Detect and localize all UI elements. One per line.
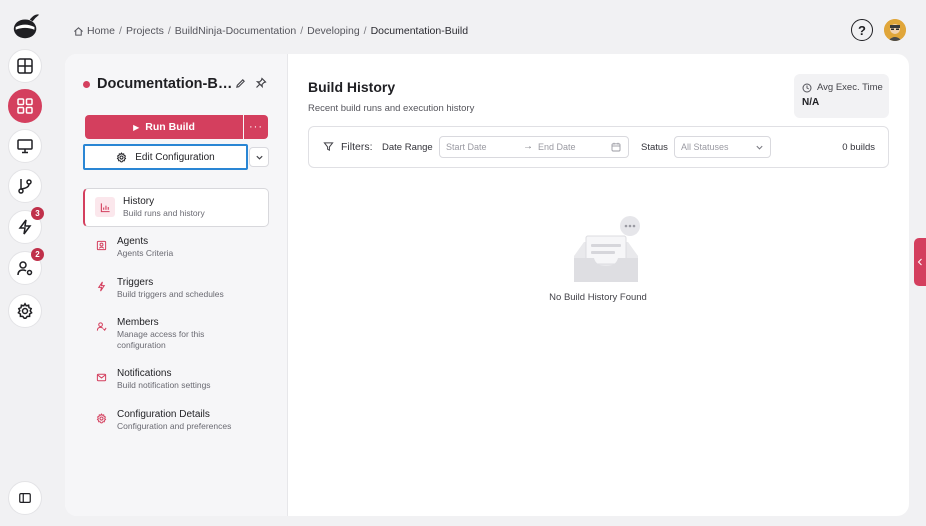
- triggers-badge: 3: [31, 207, 44, 220]
- builds-count: 0 builds: [842, 142, 875, 153]
- breadcrumb-home[interactable]: Home: [87, 25, 115, 37]
- gear-icon: [17, 302, 33, 319]
- gear-icon: [93, 410, 109, 426]
- grid-icon: [17, 98, 33, 114]
- rail-triggers-button[interactable]: 3: [8, 207, 44, 244]
- start-date-input[interactable]: Start Date: [446, 142, 487, 152]
- page-subtitle: Recent build runs and execution history: [308, 103, 475, 114]
- avatar[interactable]: [884, 19, 906, 41]
- members-badge: 2: [31, 248, 44, 261]
- breadcrumb-current: Documentation-Build: [370, 25, 469, 37]
- nav-item-agents[interactable]: Agents Agents Criteria: [83, 227, 269, 268]
- breadcrumb-projects[interactable]: Projects: [126, 25, 164, 37]
- calendar-icon[interactable]: [611, 142, 621, 152]
- rail-dashboard-button[interactable]: [8, 49, 42, 83]
- user-gear-icon: [17, 261, 33, 276]
- end-date-input[interactable]: End Date: [538, 142, 576, 152]
- nav-item-triggers[interactable]: Triggers Build triggers and schedules: [83, 268, 269, 308]
- pencil-icon[interactable]: [235, 78, 246, 89]
- play-icon: ▶: [133, 122, 140, 132]
- empty-state-text: No Build History Found: [549, 292, 647, 303]
- right-panel-toggle[interactable]: [914, 238, 926, 286]
- chevron-down-icon: [756, 145, 763, 150]
- sidebar-toggle-button[interactable]: [8, 481, 42, 515]
- agent-icon: [93, 237, 109, 253]
- filters-bar: Filters: Date Range Start Date → End Dat…: [308, 126, 889, 168]
- rail-vcs-button[interactable]: [8, 169, 42, 203]
- mail-icon: [93, 369, 109, 385]
- main-card: Documentation-Build ▶ Run Build ··· Edit…: [65, 54, 909, 516]
- status-select[interactable]: All Statuses: [674, 136, 771, 158]
- run-options-button[interactable]: ···: [244, 115, 268, 139]
- arrow-right-icon: →: [523, 141, 533, 152]
- rail-settings-button[interactable]: [8, 294, 42, 328]
- date-range-label: Date Range: [382, 142, 433, 153]
- edit-configuration-button[interactable]: Edit Configuration: [83, 144, 248, 170]
- breadcrumb-project[interactable]: BuildNinja-Documentation: [175, 25, 296, 37]
- nav-item-configuration-details[interactable]: Configuration Details Configuration and …: [83, 400, 269, 441]
- rail-members-button[interactable]: 2: [8, 248, 44, 285]
- status-dot: [83, 80, 90, 88]
- pin-icon[interactable]: [255, 77, 267, 89]
- lightning-icon: [93, 278, 109, 294]
- clock-icon: [802, 83, 812, 92]
- configuration-title: Documentation-Build: [83, 76, 233, 92]
- page-title: Build History: [308, 79, 396, 95]
- status-label: Status: [641, 142, 668, 153]
- breadcrumb-stage[interactable]: Developing: [307, 25, 360, 37]
- layout-icon: [17, 58, 33, 74]
- filters-label: Filters:: [341, 141, 373, 153]
- avg-exec-time-value: N/A: [802, 97, 820, 108]
- git-branch-icon: [18, 179, 32, 194]
- help-button[interactable]: ?: [851, 19, 873, 41]
- nav-item-members[interactable]: Members Manage access for this configura…: [83, 308, 269, 359]
- configuration-nav: History Build runs and history Agents Ag…: [83, 188, 269, 441]
- configuration-panel: Documentation-Build ▶ Run Build ··· Edit…: [65, 54, 288, 516]
- rail-monitor-button[interactable]: [8, 129, 42, 163]
- date-range-picker[interactable]: Start Date → End Date: [439, 136, 629, 158]
- sidebar-panel-icon: [19, 493, 31, 503]
- filter-icon: [323, 142, 334, 151]
- breadcrumb: Home / Projects / BuildNinja-Documentati…: [73, 24, 468, 38]
- chevron-down-icon: [255, 155, 263, 160]
- edit-configuration-dropdown[interactable]: [249, 147, 269, 167]
- ninja-logo-icon[interactable]: [10, 10, 42, 42]
- nav-item-history[interactable]: History Build runs and history: [83, 188, 269, 227]
- avg-exec-time-card: Avg Exec. Time N/A: [794, 74, 889, 118]
- user-avatar-icon: [884, 19, 906, 41]
- left-rail: 3 2: [0, 0, 52, 526]
- chart-icon: [95, 197, 115, 217]
- monitor-icon: [17, 139, 33, 154]
- home-icon: [74, 26, 83, 36]
- members-icon: [93, 318, 109, 334]
- nav-item-notifications[interactable]: Notifications Build notification setting…: [83, 359, 269, 400]
- chevron-left-icon: [917, 258, 922, 266]
- rail-projects-button[interactable]: [8, 89, 42, 123]
- lightning-icon: [18, 219, 32, 235]
- empty-inbox-icon: [574, 216, 640, 282]
- run-build-button[interactable]: ▶ Run Build: [85, 115, 243, 139]
- gear-icon: [116, 151, 127, 162]
